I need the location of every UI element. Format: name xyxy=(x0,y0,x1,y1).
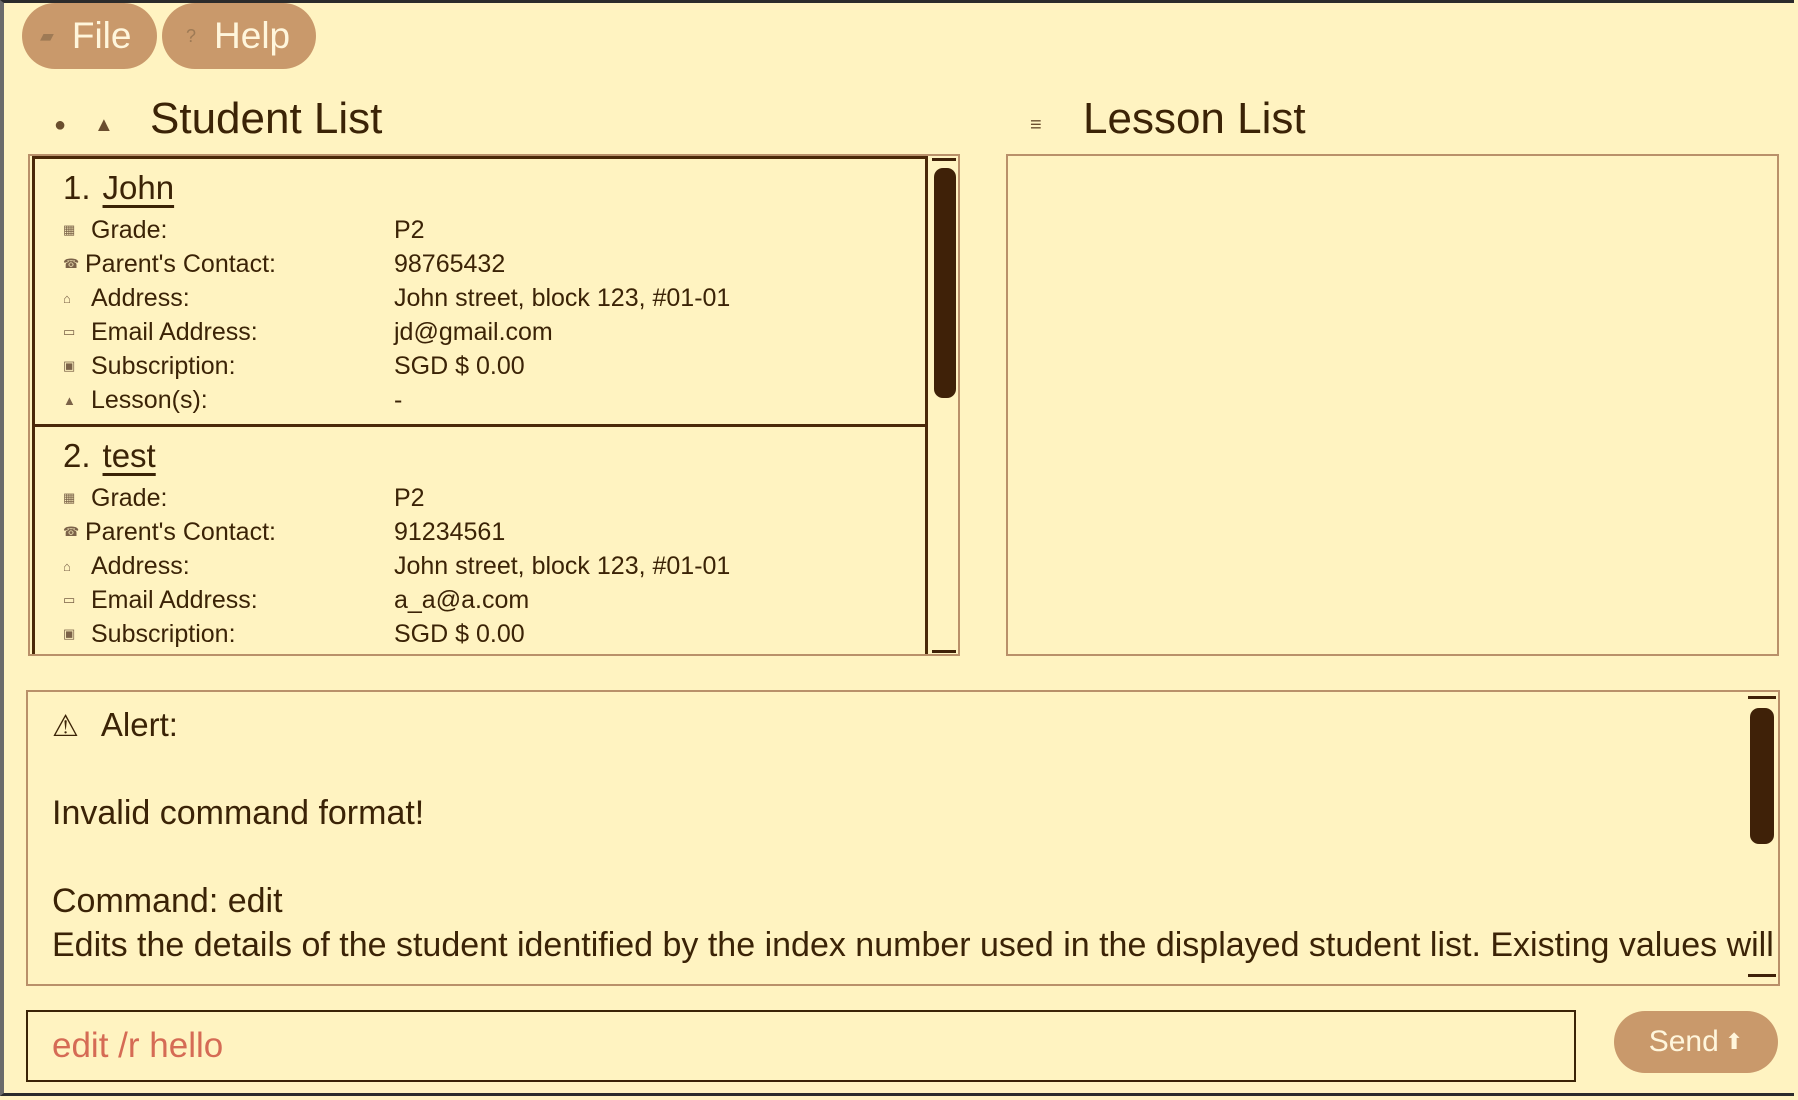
field-label: Email Address: xyxy=(91,585,258,614)
field-label: Parent's Contact: xyxy=(85,517,276,546)
field-value: a_a@a.com xyxy=(394,585,530,614)
field-value: P2 xyxy=(394,483,425,512)
grade-field: ▦ Grade: P2 xyxy=(63,213,425,247)
student-list-title: Student List xyxy=(150,94,383,143)
alert-scrollbar[interactable] xyxy=(1750,708,1774,844)
contact-field: ☎ Parent's Contact: 98765432 xyxy=(63,247,505,281)
lesson-list-panel[interactable] xyxy=(1006,154,1779,656)
student-name-row: 1. John xyxy=(63,169,174,207)
student-card[interactable]: 2. test ▦ Grade: P2 ☎ Parent's Contact: 9… xyxy=(32,424,928,654)
student-head-icon: ● xyxy=(54,114,67,136)
student-name: test xyxy=(102,437,156,474)
field-label: Subscription: xyxy=(91,619,236,648)
send-button[interactable]: Send ⬆ xyxy=(1614,1011,1778,1073)
field-label: Lesson(s): xyxy=(91,385,208,414)
field-value: 98765432 xyxy=(394,249,506,278)
grade-icon: ▦ xyxy=(63,490,76,505)
scroll-cap-bottom xyxy=(932,650,956,653)
field-label: Address: xyxy=(91,551,190,580)
subscription-field: ▣ Subscription: SGD $ 0.00 xyxy=(63,617,525,651)
email-icon: ▭ xyxy=(63,324,76,339)
student-list-scrollbar[interactable] xyxy=(934,168,956,398)
file-menu-label: File xyxy=(71,15,132,56)
send-label: Send xyxy=(1648,1025,1719,1058)
books-icon: ≡ xyxy=(1030,114,1042,136)
field-value: P2 xyxy=(394,215,425,244)
contact-field: ☎ Parent's Contact: 91234561 xyxy=(63,515,505,549)
scroll-cap-bottom xyxy=(1748,974,1776,977)
field-value: jd@gmail.com xyxy=(394,317,553,346)
lesson-icon: ▲ xyxy=(63,392,76,408)
home-icon: ⌂ xyxy=(63,558,71,574)
home-icon: ⌂ xyxy=(63,290,71,306)
field-value: SGD $ 0.00 xyxy=(394,619,525,648)
alert-heading: Alert: xyxy=(100,706,178,743)
money-icon: ▣ xyxy=(63,358,76,373)
folder-icon: ▰ xyxy=(40,25,54,46)
subscription-field: ▣ Subscription: SGD $ 0.00 xyxy=(63,349,525,383)
student-name-row: 2. test xyxy=(63,437,156,475)
field-value: - xyxy=(394,385,403,414)
phone-icon: ☎ xyxy=(63,256,80,271)
lessons-field: ▲ Lesson(s): - xyxy=(63,383,402,417)
address-field: ⌂ Address: John street, block 123, #01-0… xyxy=(63,549,730,583)
field-value: SGD $ 0.00 xyxy=(394,351,525,380)
field-label: Subscription: xyxy=(91,351,236,380)
field-label: Address: xyxy=(91,283,190,312)
help-icon: ? xyxy=(186,25,197,46)
help-menu-button[interactable]: ? Help xyxy=(162,3,316,69)
student-name: John xyxy=(102,169,175,206)
student-card[interactable]: 1. John ▦ Grade: P2 ☎ Parent's Contact: 9… xyxy=(32,156,928,428)
phone-icon: ☎ xyxy=(63,524,80,539)
money-icon: ▣ xyxy=(63,626,76,641)
field-value: John street, block 123, #01-01 xyxy=(394,551,731,580)
arrow-up-icon: ⬆ xyxy=(1724,1029,1744,1054)
grade-icon: ▦ xyxy=(63,222,76,237)
address-field: ⌂ Address: John street, block 123, #01-0… xyxy=(63,281,730,315)
warning-icon: ⚠ xyxy=(52,710,79,743)
command-input-text: edit /r hello xyxy=(52,1026,224,1065)
field-label: Grade: xyxy=(91,215,168,244)
student-list-panel[interactable]: 1. John ▦ Grade: P2 ☎ Parent's Contact: 9… xyxy=(28,154,960,656)
field-label: Email Address: xyxy=(91,317,258,346)
grade-field: ▦ Grade: P2 xyxy=(63,481,425,515)
result-display-panel[interactable]: ⚠ Alert: Invalid command format! Command:… xyxy=(26,690,1780,986)
email-field: ▭ Email Address: jd@gmail.com xyxy=(63,315,553,349)
school-bag-icon: ▲ xyxy=(94,114,114,136)
student-index: 1. xyxy=(63,169,91,206)
alert-description: Edits the details of the student identif… xyxy=(52,926,1774,964)
command-input[interactable]: edit /r hello xyxy=(26,1010,1576,1082)
field-value: John street, block 123, #01-01 xyxy=(394,283,731,312)
alert-command-line: Command: edit xyxy=(52,882,283,920)
field-label: Parent's Contact: xyxy=(85,249,276,278)
scroll-cap-top xyxy=(1748,696,1776,699)
lesson-list-title: Lesson List xyxy=(1083,94,1306,143)
help-menu-label: Help xyxy=(214,15,291,56)
email-icon: ▭ xyxy=(63,592,76,607)
alert-message: Invalid command format! xyxy=(52,794,425,832)
file-menu-button[interactable]: ▰ File xyxy=(22,3,157,69)
alert-heading-row: ⚠ Alert: xyxy=(52,706,178,744)
field-label: Grade: xyxy=(91,483,168,512)
email-field: ▭ Email Address: a_a@a.com xyxy=(63,583,529,617)
scroll-cap-top xyxy=(932,158,956,161)
student-index: 2. xyxy=(63,437,91,474)
field-value: 91234561 xyxy=(394,517,506,546)
